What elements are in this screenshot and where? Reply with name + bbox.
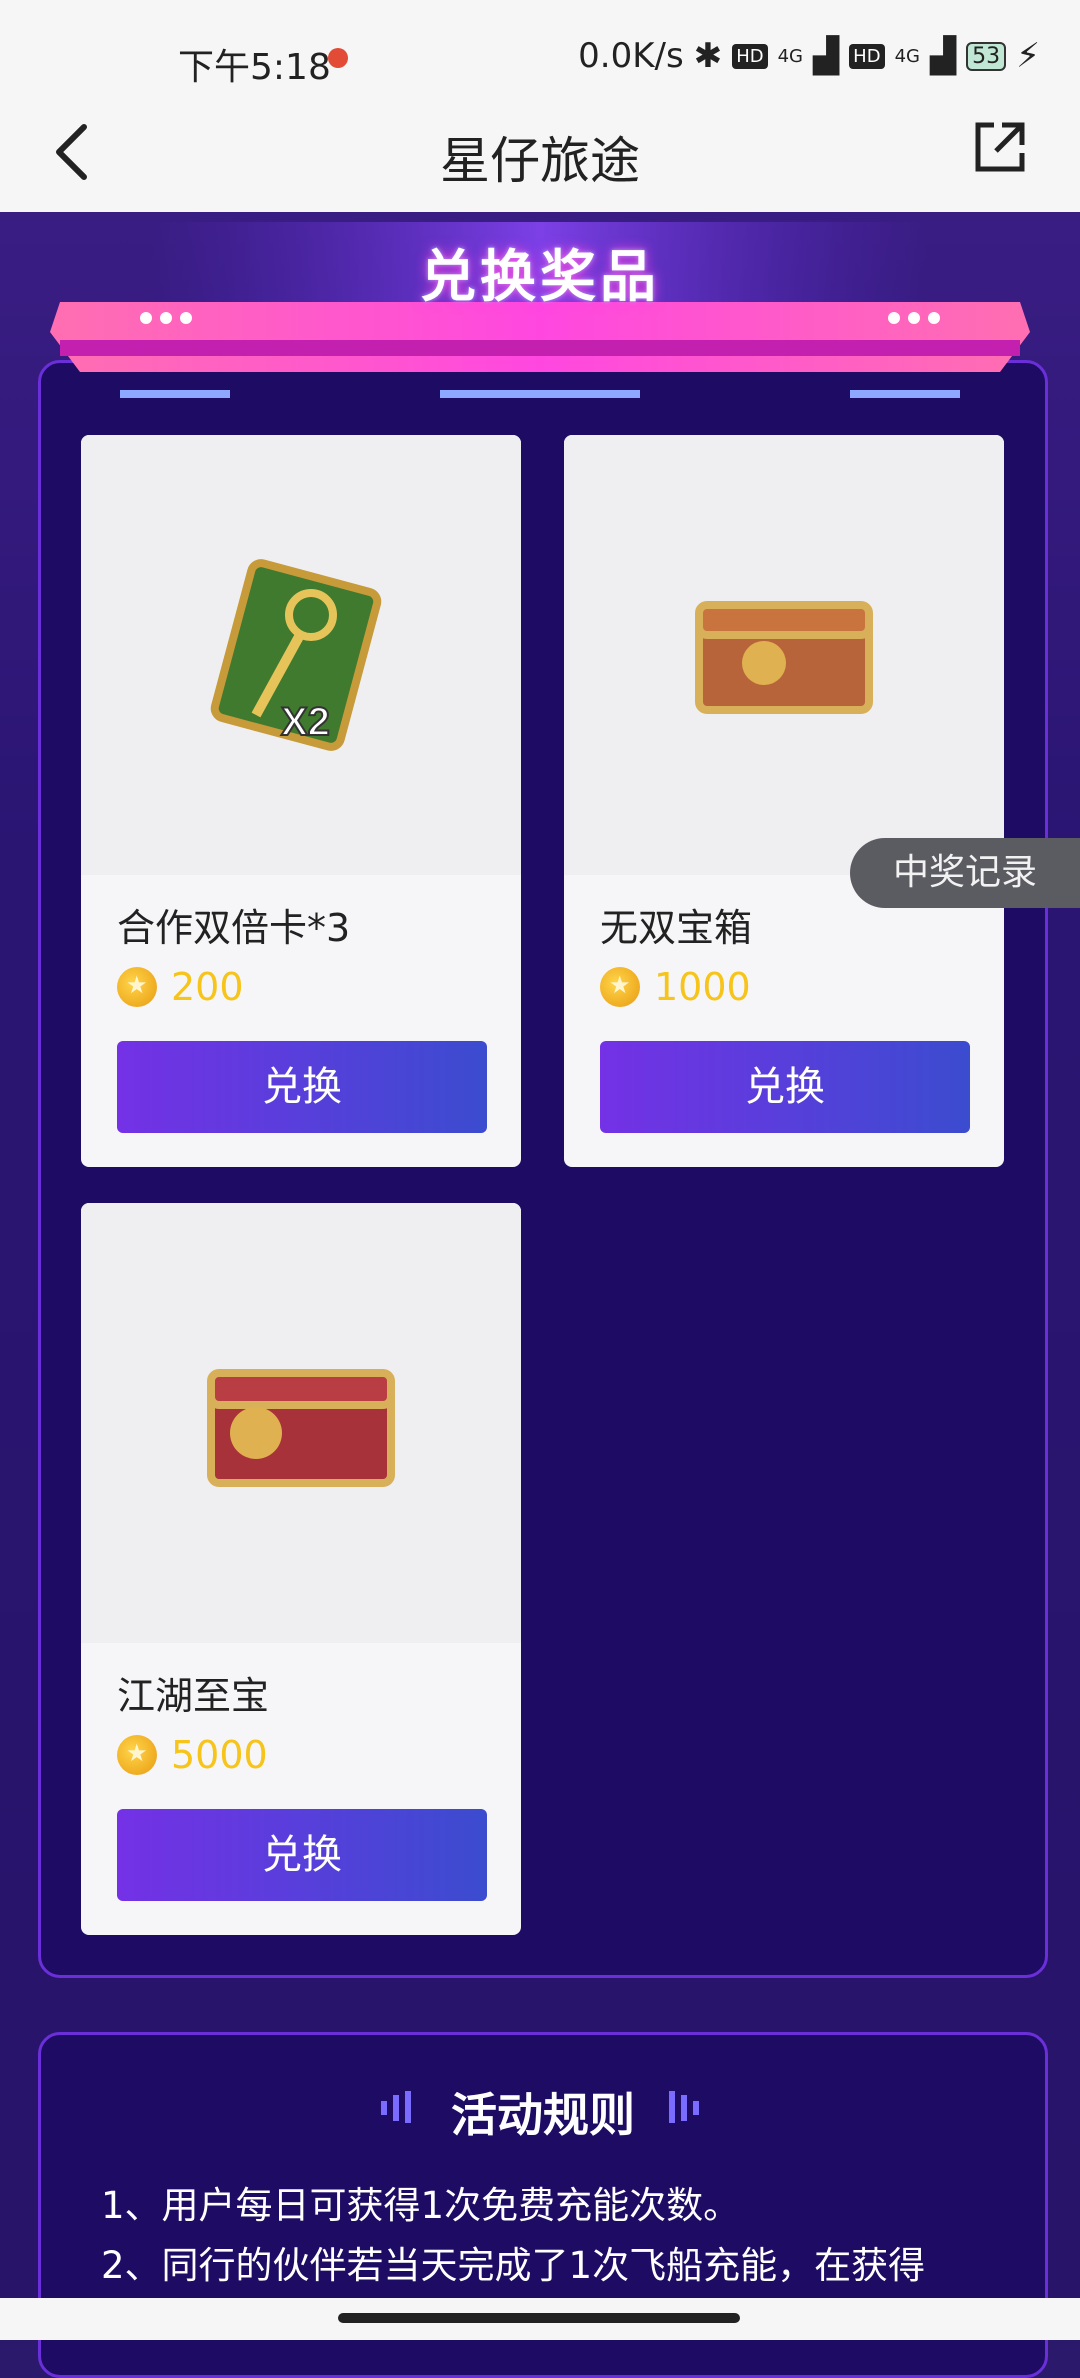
home-indicator[interactable] [338,2313,740,2323]
redeem-button-2[interactable]: 兑换 [600,1041,970,1133]
prize-name-1: 合作双倍卡*3 [117,906,351,950]
page-title: 星仔旅途 [440,132,640,190]
rules-title: 活动规则 [451,2088,635,2142]
price-value: 200 [171,965,244,1009]
prize-image-1: X2 [81,435,521,875]
dragon-chest-icon [207,1369,395,1487]
rule-line-2: 2、同行的伙伴若当天完成了1次飞船充能，在获得 [101,2244,926,2287]
signal-bars-icon: ▟ [813,36,840,76]
bronze-chest-icon [695,601,873,714]
prize-name-3: 江湖至宝 [117,1674,270,1718]
prize-price-3: 5000 [117,1733,268,1777]
notification-dot-icon [328,48,348,68]
win-records-tab[interactable]: 中奖记录 [850,838,1080,908]
prize-price-2: 1000 [600,965,751,1009]
bluetooth-icon: ✱ [693,36,723,76]
coin-icon [117,967,157,1007]
prize-card-3: 江湖至宝 5000 兑换 [81,1203,521,1935]
status-time: 下午5:18 [178,47,331,88]
prize-image-2 [564,435,1004,875]
battery-level: 53 [966,41,1007,71]
signal-bars-icon-2: ▟ [929,36,957,76]
prize-name-2: 无双宝箱 [600,906,753,950]
price-value: 1000 [654,965,751,1009]
key-card-icon: X2 [210,559,382,751]
prize-price-1: 200 [117,965,244,1009]
prize-card-1: X2 合作双倍卡*3 200 兑换 [81,435,521,1167]
status-indicators: 0.0K/s ✱ HD 4G ▟ HD 4G ▟ 53 ⚡ [578,36,1040,76]
price-value: 5000 [171,1733,268,1777]
network-speed: 0.0K/s [578,36,684,76]
coin-icon [117,1735,157,1775]
prizes-panel: X2 合作双倍卡*3 200 兑换 无双宝箱 1000 兑换 [38,360,1048,1978]
prize-image-3 [81,1203,521,1643]
hd-badge-1: HD [732,43,768,69]
prize-card-2: 无双宝箱 1000 兑换 [564,435,1004,1167]
charging-icon: ⚡ [1016,36,1040,76]
redeem-button-3[interactable]: 兑换 [117,1809,487,1901]
signal-4g-2: 4G [894,45,920,67]
deco-bars-right-icon [669,2091,699,2123]
rule-line-1: 1、用户每日可获得1次免费充能次数。 [101,2184,741,2227]
coin-icon [600,967,640,1007]
signal-4g-1: 4G [777,45,803,67]
svg-text:X2: X2 [281,700,330,744]
banner-title: 兑换奖品 [420,245,660,310]
nav-bar: 星仔旅途 [0,95,1080,212]
hd-badge-2: HD [849,43,885,69]
redeem-button-1[interactable]: 兑换 [117,1041,487,1133]
external-link-icon[interactable] [960,107,1040,187]
